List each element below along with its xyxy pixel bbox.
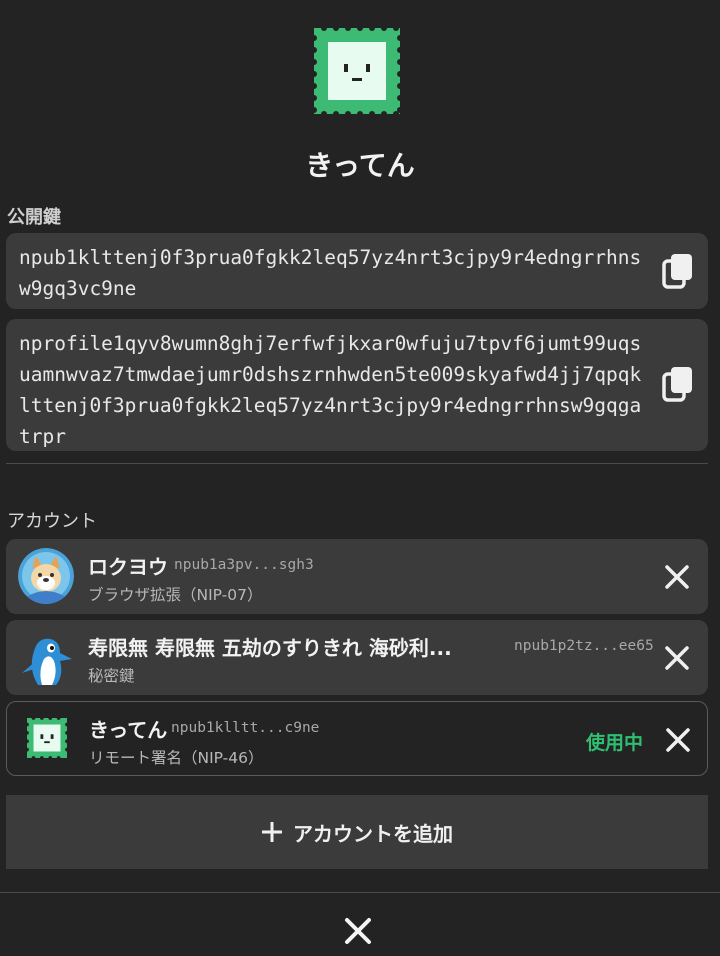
account-item-rokuyou[interactable]: ロクヨウ npub1a3pv...sgh3 ブラウザ拡張（NIP-07）: [6, 539, 708, 614]
account-item-jugemu[interactable]: 寿限無 寿限無 五劫のすりきれ 海砂利... npub1p2tz...ee65 …: [6, 620, 708, 695]
account-name: ロクヨウ: [88, 555, 168, 579]
remove-account-icon[interactable]: [664, 564, 690, 590]
account-npub: npub1p2tz...ee65: [514, 638, 654, 654]
add-account-button[interactable]: アカウントを追加: [6, 795, 708, 869]
account-npub: npub1klltt...c9ne: [171, 720, 320, 736]
remove-account-icon[interactable]: [664, 645, 690, 671]
account-item-kitten[interactable]: きってん npub1klltt...c9ne リモート署名（NIP-46） 使用…: [6, 701, 708, 776]
footer-divider: [0, 892, 720, 893]
public-key-heading: 公開鍵: [7, 207, 61, 228]
nprofile-text[interactable]: nprofile1qyv8wumn8ghj7erfwfjkxar0wfuju7t…: [19, 328, 649, 452]
section-divider: [6, 463, 708, 464]
account-avatar-dog: [18, 548, 74, 604]
account-type: ブラウザ拡張（NIP-07）: [88, 586, 263, 604]
profile-display-name: きってん: [305, 149, 415, 182]
npub-box: npub1klttenj0f3prua0fgkk2leq57yz4nrt3cjp…: [6, 233, 708, 309]
account-name: 寿限無 寿限無 五劫のすりきれ 海砂利...: [88, 636, 452, 660]
copy-nprofile-icon[interactable]: [662, 366, 694, 402]
account-avatar-stamp: [27, 718, 67, 758]
account-type: 秘密鍵: [88, 667, 135, 685]
npub-text[interactable]: npub1klttenj0f3prua0fgkk2leq57yz4nrt3cjp…: [19, 242, 649, 304]
profile-avatar: [314, 28, 400, 114]
account-avatar-penguin: [22, 638, 72, 685]
accounts-heading: アカウント: [7, 511, 97, 532]
account-name: きってん: [89, 718, 168, 742]
nprofile-box: nprofile1qyv8wumn8ghj7erfwfjkxar0wfuju7t…: [6, 319, 708, 451]
account-type: リモート署名（NIP-46）: [89, 749, 264, 767]
account-npub: npub1a3pv...sgh3: [174, 557, 314, 573]
active-status-badge: 使用中: [586, 732, 644, 754]
copy-npub-icon[interactable]: [662, 253, 694, 289]
plus-icon: [262, 822, 282, 842]
account-page: きってん 公開鍵 npub1klttenj0f3prua0fgkk2leq57y…: [0, 0, 720, 956]
remove-account-icon[interactable]: [665, 727, 691, 753]
add-account-label: アカウントを追加: [293, 821, 453, 846]
close-icon[interactable]: [344, 917, 372, 945]
